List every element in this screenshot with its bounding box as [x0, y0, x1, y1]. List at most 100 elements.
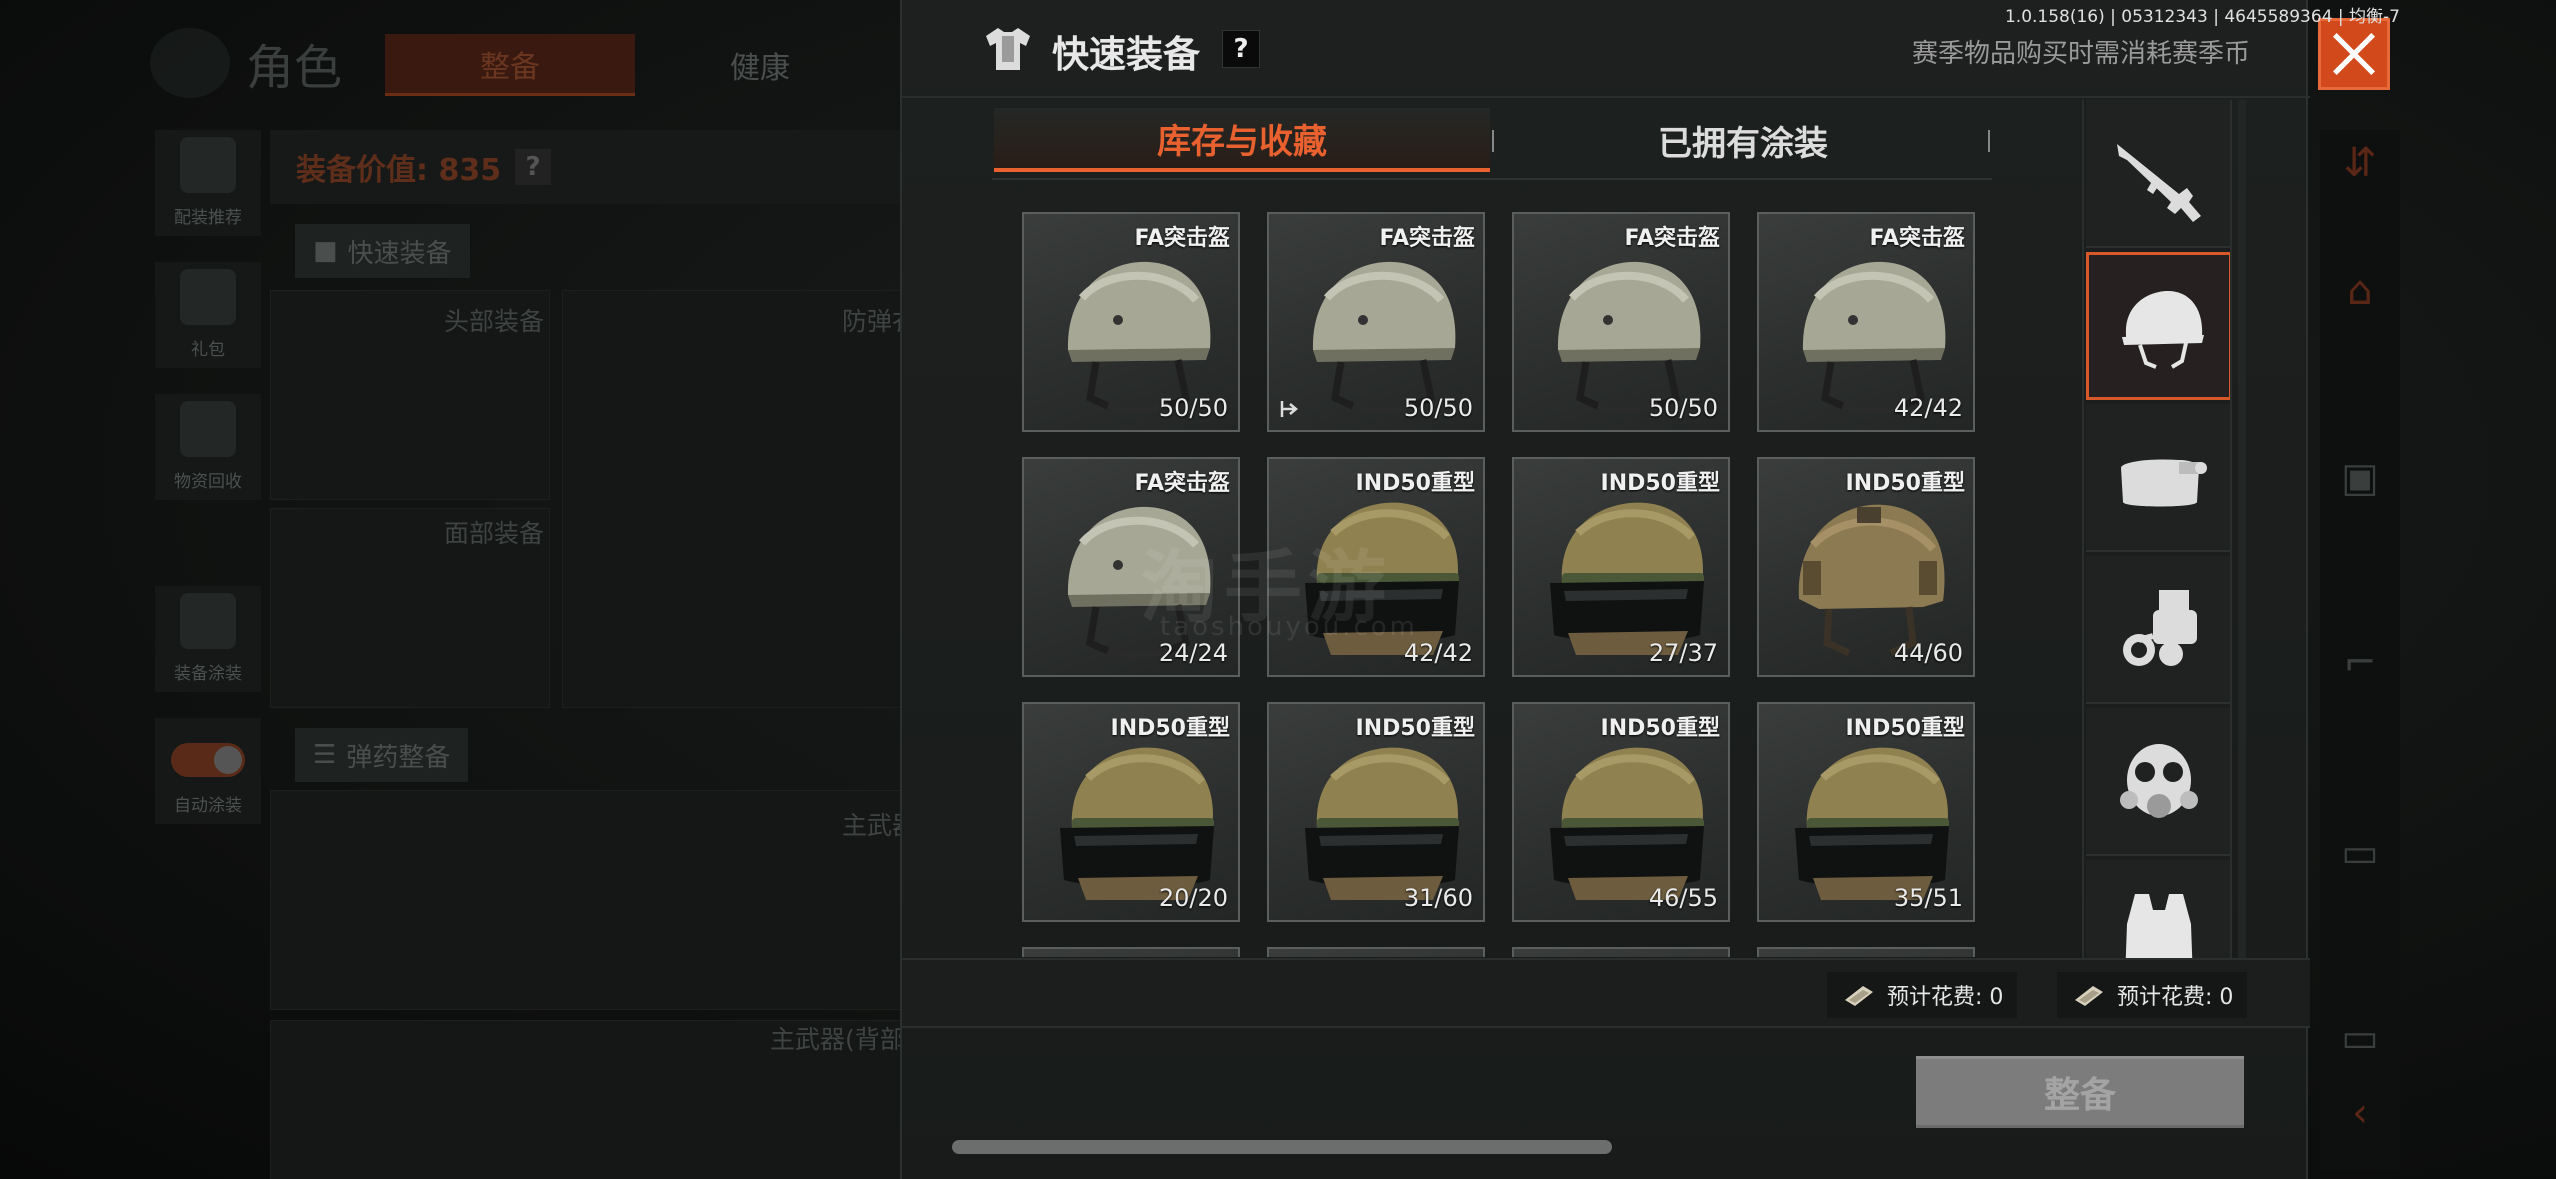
fa-helmet-image — [1802, 261, 1946, 413]
item-name: IND50重型 — [1110, 716, 1230, 741]
ind50-helmet-image — [1550, 747, 1704, 900]
rifle-icon — [2117, 144, 2201, 222]
character-header: 角色 — [150, 28, 342, 98]
close-button[interactable] — [2318, 18, 2390, 90]
sidebar-skin: 装备涂装 — [155, 586, 261, 692]
ammo-chip: ☰ 弹药整备 — [295, 728, 469, 782]
loadout-icon — [180, 137, 236, 193]
cost-bar: 预计花费: 0 预计花费: 0 — [902, 958, 2310, 1028]
item-name: FA突击盔 — [1134, 226, 1230, 251]
head-label: 头部装备 — [444, 307, 545, 336]
equip-button[interactable]: 整备 — [1916, 1056, 2244, 1128]
season-note: 赛季物品购买时需消耗赛季币 — [1911, 39, 2250, 69]
shirt-icon: ▣ — [2341, 455, 2379, 501]
version-info: 1.0.158(16) | 05312343 | 4645589364 | 均衡… — [2004, 7, 2400, 27]
item-name: IND50重型 — [1600, 716, 1720, 741]
item-card[interactable]: IND50重型 31/60 — [1267, 702, 1485, 922]
item-durability: 42/42 — [1893, 394, 1963, 422]
item-card[interactable]: FA突击盔 50/50 — [1512, 212, 1730, 432]
tab-divider — [1492, 130, 1494, 152]
item-name: IND50重型 — [1355, 716, 1475, 741]
item-durability: 31/60 — [1403, 884, 1473, 912]
quick-equip-chip: ■ 快速装备 — [295, 224, 470, 278]
category-night-vision[interactable] — [2086, 556, 2230, 704]
item-card[interactable]: IND50重型 44/60 — [1757, 457, 1975, 677]
item-durability: 44/60 — [1893, 639, 1963, 667]
item-card[interactable]: FA突击盔 50/50 — [1267, 212, 1485, 432]
primary-back-label: 主武器(背部 — [770, 1025, 905, 1054]
modal-title: 快速装备 — [1052, 33, 1200, 76]
quick-equip-modal: 快速装备 ? 赛季物品购买时需消耗赛季币 库存与收藏 已拥有涂装 FA突击盔 50… — [900, 0, 2310, 1179]
item-name: IND50重型 — [1845, 716, 1965, 741]
item-name: FA突击盔 — [1379, 226, 1475, 251]
tab-prepare: 整备 — [385, 34, 635, 96]
armor-slot — [562, 290, 902, 708]
horizontal-scrollbar[interactable] — [952, 1140, 1612, 1154]
sidebar-recycle: 物资回收 — [155, 394, 261, 500]
item-card-partial[interactable] — [1022, 947, 1240, 957]
fa-helmet-image — [1067, 261, 1211, 413]
home-icon: ⌂ — [2347, 268, 2373, 314]
category-gas-mask[interactable] — [2086, 708, 2230, 856]
tab-owned-skins[interactable]: 已拥有涂装 — [1504, 108, 1982, 172]
face-label: 面部装备 — [444, 519, 545, 548]
category-helmet[interactable] — [2086, 252, 2230, 400]
category-column — [2082, 100, 2232, 960]
skin-icon — [180, 593, 236, 649]
ind50-helmet-image — [1305, 747, 1459, 900]
item-durability: 46/55 — [1648, 884, 1718, 912]
item-card[interactable]: FA突击盔 50/50 — [1022, 212, 1240, 432]
estimated-cost: 预计花费: 0 — [1827, 972, 2018, 1018]
sort-icon: ⇵ — [2343, 140, 2377, 186]
category-scrollbar[interactable] — [2238, 100, 2246, 960]
night-vision-icon — [2123, 590, 2197, 666]
modal-tabs: 库存与收藏 已拥有涂装 — [992, 108, 1992, 180]
primary-slot — [270, 790, 910, 1010]
item-card-partial[interactable] — [1757, 947, 1975, 957]
item-card[interactable]: IND50重型 20/20 — [1022, 702, 1240, 922]
item-durability: 50/50 — [1158, 394, 1228, 422]
item-durability: 20/20 — [1158, 884, 1228, 912]
tab-divider — [1988, 130, 1990, 152]
item-name: FA突击盔 — [1624, 226, 1720, 251]
item-durability: 42/42 — [1403, 639, 1473, 667]
item-durability: 24/24 — [1158, 639, 1228, 667]
ind50-helmet-image — [1798, 504, 1945, 657]
equipped-marker-icon — [1280, 401, 1298, 417]
item-durability: 50/50 — [1648, 394, 1718, 422]
helmet-icon — [2122, 291, 2204, 369]
tab-health: 健康 — [730, 51, 790, 86]
rifle-icon: ⌐ — [2343, 640, 2377, 686]
estimated-cost: 预计花费: 0 — [2057, 972, 2248, 1018]
item-card[interactable]: IND50重型 35/51 — [1757, 702, 1975, 922]
help-button[interactable]: ? — [1222, 30, 1260, 68]
cash-icon — [1845, 986, 1873, 1006]
sidebar-auto-skin: 自动涂装 — [155, 718, 261, 824]
item-durability: 35/51 — [1893, 884, 1963, 912]
ind50-helmet-image — [1060, 747, 1214, 900]
item-card[interactable]: FA突击盔 42/42 — [1757, 212, 1975, 432]
item-name: FA突击盔 — [1869, 226, 1965, 251]
item-durability: 27/37 — [1648, 639, 1718, 667]
game-screen: 角色 整备 健康 配装推荐 礼包 物资回收 装备涂装 自动涂装 装备价值: 83… — [0, 0, 2556, 1179]
category-vest[interactable] — [2086, 860, 2230, 960]
shirt-icon — [986, 28, 1030, 70]
item-name: IND50重型 — [1355, 471, 1475, 496]
item-card-partial[interactable] — [1512, 947, 1730, 957]
crate-icon: ▭ — [2341, 1015, 2379, 1061]
game-logo — [150, 28, 230, 98]
list-icon: ☰ — [313, 740, 337, 770]
item-card[interactable]: IND50重型 27/37 — [1512, 457, 1730, 677]
item-card-partial[interactable] — [1267, 947, 1485, 957]
category-headset[interactable] — [2086, 404, 2230, 552]
tab-inventory[interactable]: 库存与收藏 — [994, 108, 1490, 172]
gift-icon — [180, 269, 236, 325]
item-name: IND50重型 — [1600, 471, 1720, 496]
recycle-icon — [180, 401, 236, 457]
item-card[interactable]: IND50重型 46/55 — [1512, 702, 1730, 922]
watermark-url: taoshouyou.com — [1160, 612, 1419, 642]
category-rifle[interactable] — [2086, 100, 2230, 248]
character-title: 角色 — [246, 40, 343, 96]
close-icon — [2332, 32, 2376, 76]
ind50-helmet-image — [1795, 747, 1949, 900]
